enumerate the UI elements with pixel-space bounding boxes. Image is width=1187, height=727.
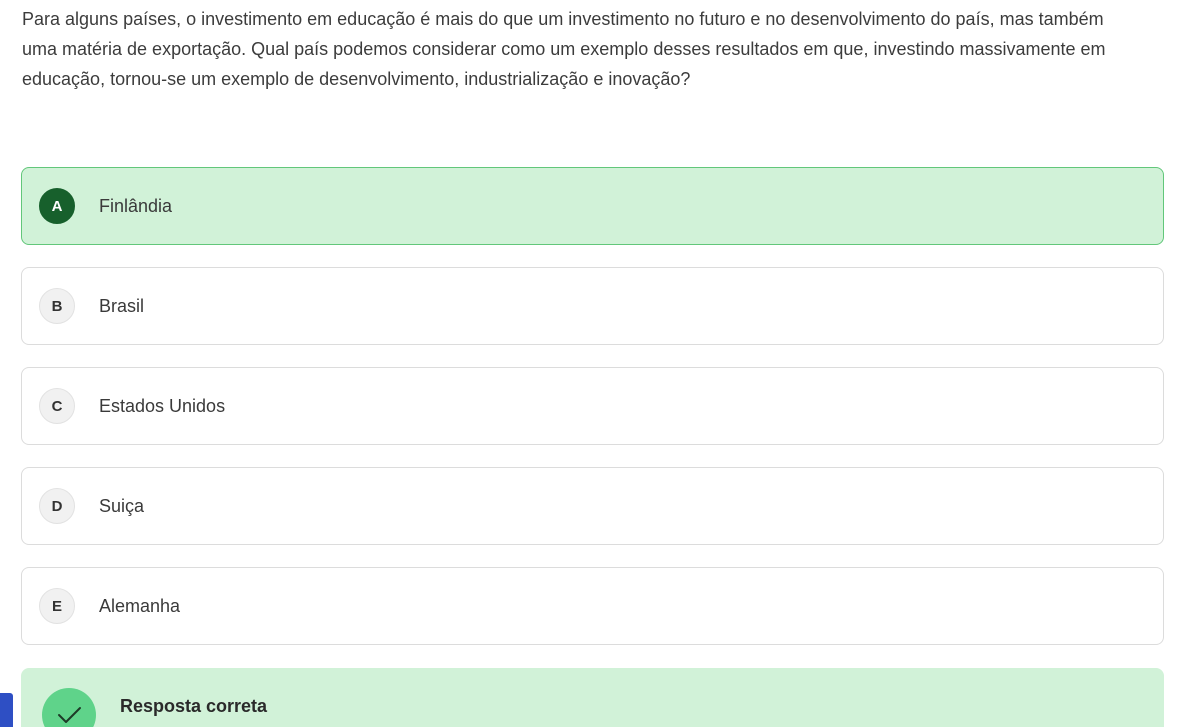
option-letter-badge: A [39, 188, 75, 224]
check-icon [42, 688, 96, 727]
quiz-page: Para alguns países, o investimento em ed… [0, 0, 1187, 727]
option-label: Suiça [99, 495, 145, 516]
option-a[interactable]: A Finlândia [21, 167, 1164, 245]
option-label: Alemanha [99, 595, 181, 616]
option-letter-badge: C [39, 388, 75, 424]
option-letter-badge: E [39, 588, 75, 624]
answer-options: A Finlândia B Brasil C Estados Unidos D … [21, 167, 1164, 667]
option-letter-badge: D [39, 488, 75, 524]
check-icon-glyph [58, 707, 81, 723]
option-label: Brasil [99, 295, 145, 316]
option-c[interactable]: C Estados Unidos [21, 367, 1164, 445]
option-b[interactable]: B Brasil [21, 267, 1164, 345]
side-tab-handle[interactable] [0, 693, 13, 727]
option-letter-badge: B [39, 288, 75, 324]
question-text: Para alguns países, o investimento em ed… [22, 9, 1106, 89]
option-d[interactable]: D Suiça [21, 467, 1164, 545]
option-label: Finlândia [99, 195, 173, 216]
feedback-panel: Resposta correta [21, 668, 1164, 727]
option-e[interactable]: E Alemanha [21, 567, 1164, 645]
feedback-title: Resposta correta [120, 696, 268, 716]
option-label: Estados Unidos [99, 395, 226, 416]
